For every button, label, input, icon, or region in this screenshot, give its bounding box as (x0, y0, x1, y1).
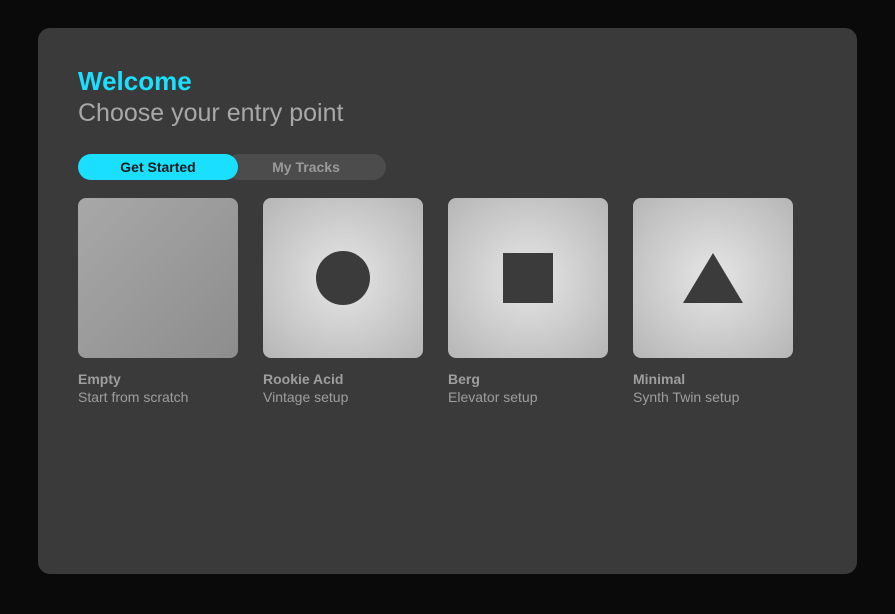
welcome-panel: Welcome Choose your entry point Get Star… (38, 28, 857, 574)
card-berg[interactable]: Berg Elevator setup (448, 198, 608, 406)
empty-thumbnail-icon (78, 198, 238, 358)
card-rookie-acid[interactable]: Rookie Acid Vintage setup (263, 198, 423, 406)
triangle-thumbnail-icon (633, 198, 793, 358)
welcome-subtitle: Choose your entry point (78, 99, 817, 128)
circle-icon (316, 251, 370, 305)
card-subtitle: Synth Twin setup (633, 388, 793, 406)
card-title: Minimal (633, 370, 793, 388)
cards-row: Empty Start from scratch Rookie Acid Vin… (78, 198, 817, 406)
card-minimal[interactable]: Minimal Synth Twin setup (633, 198, 793, 406)
card-empty[interactable]: Empty Start from scratch (78, 198, 238, 406)
square-thumbnail-icon (448, 198, 608, 358)
square-icon (503, 253, 553, 303)
card-title: Berg (448, 370, 608, 388)
tab-my-tracks[interactable]: My Tracks (226, 154, 386, 180)
card-title: Rookie Acid (263, 370, 423, 388)
tabs-container: Get Started My Tracks (78, 154, 817, 180)
triangle-icon (683, 253, 743, 303)
welcome-title: Welcome (78, 66, 817, 97)
card-subtitle: Elevator setup (448, 388, 608, 406)
card-subtitle: Start from scratch (78, 388, 238, 406)
card-subtitle: Vintage setup (263, 388, 423, 406)
tab-get-started[interactable]: Get Started (78, 154, 238, 180)
circle-thumbnail-icon (263, 198, 423, 358)
card-title: Empty (78, 370, 238, 388)
